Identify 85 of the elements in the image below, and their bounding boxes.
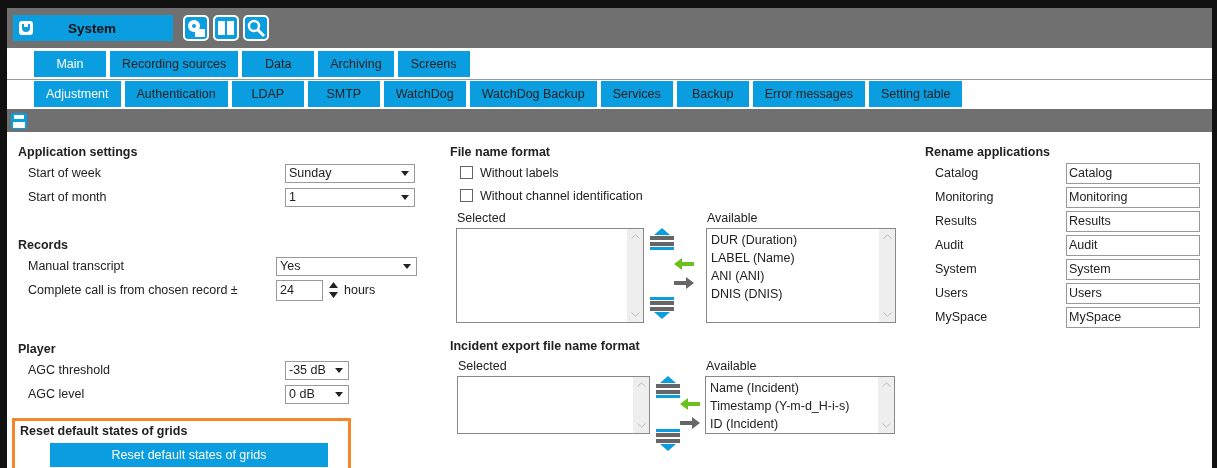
field-label: Complete call is from chosen record ± — [28, 283, 239, 297]
dropdown[interactable]: Sunday — [285, 163, 415, 183]
field-label: Manual transcript — [28, 259, 125, 273]
unit-label: hours — [344, 283, 376, 297]
tab[interactable]: Recording sources — [110, 51, 239, 77]
tab[interactable]: Authentication — [124, 81, 228, 107]
list-item[interactable]: DUR (Duration) — [711, 231, 875, 249]
columns-icon[interactable] — [213, 15, 239, 41]
list-label: Available — [706, 210, 759, 226]
caret-icon — [403, 263, 411, 269]
caret-icon — [401, 194, 409, 200]
field-label: AGC threshold — [28, 363, 111, 377]
list-item[interactable]: DNIS (DNIS) — [711, 285, 875, 303]
caret-icon — [335, 391, 343, 397]
text-field[interactable]: MySpace — [1066, 306, 1200, 328]
list-item[interactable]: Name (Incident) — [710, 379, 874, 397]
tab[interactable]: Error messages — [752, 81, 865, 107]
field-label: Start of week — [28, 166, 102, 180]
dropdown[interactable]: 1 — [285, 187, 415, 207]
move-up-icon[interactable] — [656, 376, 680, 398]
right-arrow-icon[interactable] — [674, 277, 694, 289]
left-arrow-icon[interactable] — [674, 258, 694, 270]
record-player-icon[interactable] — [183, 15, 209, 41]
section-title: Incident export file name format — [450, 338, 641, 355]
list-item[interactable]: LABEL (Name) — [711, 249, 875, 267]
dropdown[interactable]: -35 dB — [285, 360, 349, 380]
field-label: Users — [935, 286, 969, 300]
section-title: File name format — [450, 144, 552, 161]
tab[interactable]: WatchDog Backup — [469, 81, 597, 107]
tab[interactable]: Screens — [397, 51, 470, 77]
text-field[interactable]: Audit — [1066, 234, 1200, 256]
tab[interactable]: Archiving — [318, 51, 394, 77]
available-list[interactable]: Name (Incident) Timestamp (Y-m-d_H-i-s) ID (Incident) — [705, 376, 895, 434]
field-label: Monitoring — [935, 190, 995, 204]
caret-icon — [401, 170, 409, 176]
available-list[interactable]: DUR (Duration) LABEL (Name) ANI (ANI) DNIS (DNIS) — [706, 228, 896, 323]
move-up-icon[interactable] — [650, 228, 674, 250]
caret-icon — [335, 367, 343, 373]
field-label: Results — [935, 214, 978, 228]
search-icon[interactable] — [243, 15, 269, 41]
section-title: Reset default states of grids — [20, 423, 189, 440]
checkbox[interactable] — [460, 166, 473, 179]
checkbox-label: Without channel identification — [480, 188, 643, 203]
selected-list[interactable] — [457, 376, 650, 434]
text-field[interactable]: Users — [1066, 282, 1200, 304]
tab[interactable]: WatchDog — [383, 81, 466, 107]
app-title: System — [68, 20, 117, 36]
section-title: Player — [18, 341, 57, 358]
section-title: Records — [18, 237, 70, 254]
field-label: AGC level — [28, 387, 86, 401]
save-icon[interactable] — [11, 112, 27, 129]
section-title: Application settings — [18, 144, 139, 161]
number-field[interactable]: 24 — [276, 279, 323, 301]
tab[interactable]: Setting table — [868, 81, 963, 107]
app-title-bar[interactable]: System — [13, 15, 173, 41]
list-item[interactable]: ID (Incident) — [710, 415, 874, 433]
field-label: MySpace — [935, 310, 989, 324]
text-field[interactable]: Monitoring — [1066, 186, 1200, 208]
tab[interactable]: SMTP — [307, 81, 380, 107]
dropdown[interactable]: 0 dB — [285, 384, 349, 404]
section-title: Rename applications — [925, 144, 1052, 161]
checkbox-label: Without labels — [480, 165, 559, 180]
text-field[interactable]: System — [1066, 258, 1200, 280]
list-label: Available — [705, 358, 758, 374]
tab[interactable]: Services — [600, 81, 673, 107]
spinner-arrows-icon[interactable] — [329, 281, 338, 299]
selected-list[interactable] — [456, 228, 644, 323]
field-label: System — [935, 262, 978, 276]
text-field[interactable]: Results — [1066, 210, 1200, 232]
list-item[interactable]: Timestamp (Y-m-d_H-i-s) — [710, 397, 874, 415]
list-item[interactable]: ANI (ANI) — [711, 267, 875, 285]
checkbox[interactable] — [460, 189, 473, 202]
right-arrow-icon[interactable] — [680, 417, 700, 429]
move-down-icon[interactable] — [650, 297, 674, 319]
field-label: Catalog — [935, 166, 980, 180]
field-label: Start of month — [28, 190, 108, 204]
list-label: Selected — [456, 210, 507, 226]
tab[interactable]: Backup — [676, 81, 749, 107]
dropdown[interactable]: Yes — [276, 256, 417, 276]
tab[interactable]: Data — [242, 51, 315, 77]
move-down-icon[interactable] — [656, 429, 680, 451]
field-label: Audit — [935, 238, 965, 252]
tab[interactable]: LDAP — [231, 81, 304, 107]
text-field[interactable]: Catalog — [1066, 162, 1200, 184]
list-label: Selected — [457, 358, 508, 374]
